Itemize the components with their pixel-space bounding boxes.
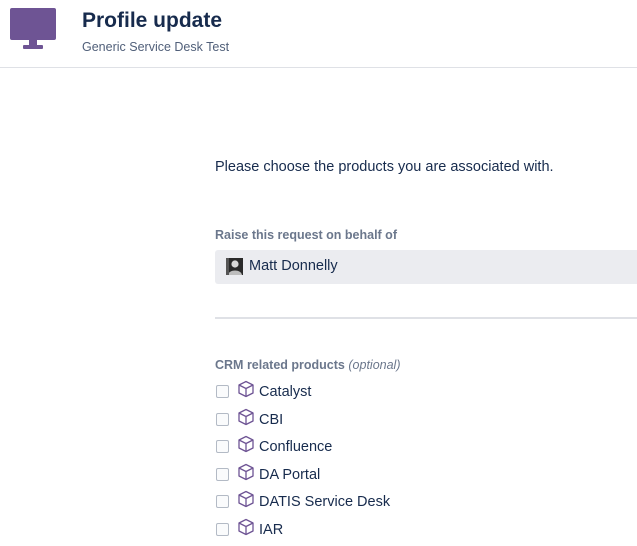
monitor-icon: [10, 8, 56, 49]
product-label: DA Portal: [259, 466, 321, 483]
product-label: Catalyst: [259, 384, 312, 400]
cube-icon: [238, 408, 254, 425]
products-label-text: CRM related products: [215, 358, 345, 372]
optional-indicator: (optional): [348, 358, 401, 372]
service-desk-name[interactable]: Generic Service Desk Test: [82, 40, 229, 54]
checkbox[interactable]: [216, 522, 229, 536]
checkbox[interactable]: [216, 440, 229, 453]
product-option[interactable]: Catalyst: [215, 378, 637, 406]
product-label: DATIS Service Desk: [259, 494, 391, 510]
avatar: [226, 258, 243, 275]
checkbox[interactable]: [216, 412, 229, 426]
behalf-selected-user: Matt Donnelly: [249, 258, 338, 274]
cube-icon: [238, 518, 254, 535]
cube-icon: [238, 435, 254, 453]
cube-icon: [238, 490, 254, 508]
products-field-label: CRM related products (optional): [215, 358, 401, 372]
form-description: Please choose the products you are assoc…: [215, 159, 554, 175]
product-option[interactable]: DA Portal: [215, 461, 637, 489]
page-title: Profile update: [82, 9, 223, 32]
product-option[interactable]: IAR: [215, 516, 637, 544]
product-option[interactable]: CBI: [215, 406, 637, 434]
checkbox[interactable]: [216, 495, 229, 508]
product-label: Confluence: [259, 439, 333, 455]
behalf-select[interactable]: Matt Donnelly: [215, 250, 637, 284]
page-header: Profile update Generic Service Desk Test: [0, 0, 637, 68]
product-option[interactable]: Confluence: [215, 433, 637, 461]
checkbox[interactable]: [216, 385, 229, 398]
product-option[interactable]: DATIS Service Desk: [215, 488, 637, 516]
product-label: IAR: [259, 521, 284, 538]
checkbox[interactable]: [216, 467, 229, 481]
behalf-label: Raise this request on behalf of: [215, 228, 397, 242]
products-checkbox-list: Catalyst CBI Confluence DA Portal DATIS …: [215, 378, 637, 543]
cube-icon: [238, 463, 254, 480]
divider: [215, 317, 637, 319]
cube-icon: [238, 380, 254, 398]
product-label: CBI: [259, 411, 284, 428]
